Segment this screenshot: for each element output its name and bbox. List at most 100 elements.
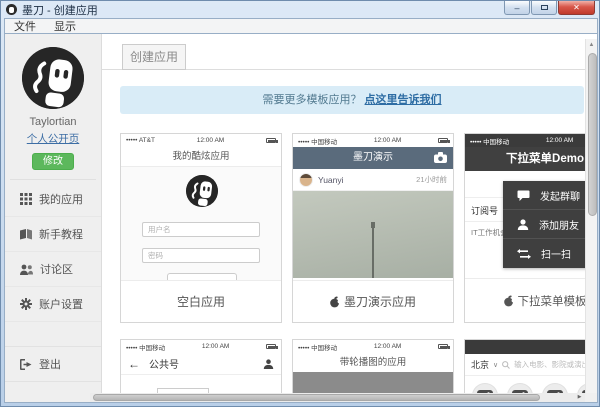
close-button[interactable]: ✕ xyxy=(558,1,595,15)
phone-nav-title: 公共号 xyxy=(149,356,179,371)
feed-user-name: Yuanyi xyxy=(318,175,344,185)
dropdown-item-label: 扫一扫 xyxy=(541,246,571,261)
template-card-movie-app[interactable]: 北京 ∨ 输入电影、影院或演出 ▾ xyxy=(464,339,587,395)
swap-arrows-icon xyxy=(517,249,531,259)
robot-avatar-icon xyxy=(22,47,84,109)
username: Taylortian xyxy=(5,116,101,128)
template-label-row: 下拉菜单模板 xyxy=(465,278,587,322)
feed-user-avatar xyxy=(299,173,313,187)
phone-screen: 订阅号 IT工作机会: 发起群聊 添加朋友 xyxy=(465,171,587,278)
grid-icon xyxy=(20,193,32,205)
logout-icon xyxy=(20,359,32,370)
logout-label: 登出 xyxy=(39,356,61,372)
movie-search-bar: 北京 ∨ 输入电影、影院或演出 xyxy=(465,354,587,376)
city-selector: 北京 xyxy=(471,358,489,371)
status-time: 12:00 AM xyxy=(337,137,438,144)
vertical-scrollbar-thumb[interactable] xyxy=(588,53,597,216)
template-grid: ••••• AT&T 12:00 AM 我的酷炫应用 xyxy=(120,133,587,395)
password-field: 密码 xyxy=(142,248,260,263)
template-card-public-account[interactable]: ••••• 中国移动 12:00 AM ← 公共号 标签4 xyxy=(120,339,282,395)
window-controls: – ✕ xyxy=(503,1,595,15)
dropdown-item-label: 添加朋友 xyxy=(539,217,579,232)
menu-file[interactable]: 文件 xyxy=(5,18,45,34)
sidebar-item-label: 我的应用 xyxy=(39,191,83,207)
edit-profile-button[interactable]: 修改 xyxy=(32,153,74,170)
sidebar-item-forum[interactable]: 讨论区 xyxy=(5,252,101,287)
sidebar-item-my-apps[interactable]: 我的应用 xyxy=(5,182,101,217)
sidebar: Taylortian 个人公开页 修改 我的应用 新手教程 讨论区 xyxy=(5,34,102,402)
menu-bar: 文件 显示 xyxy=(4,18,598,33)
phone-nav-bar: 下拉菜单Demo + xyxy=(465,147,587,171)
maximize-button[interactable] xyxy=(531,1,557,15)
phone-nav-title: 带轮播图的应用 xyxy=(293,353,453,372)
client-area: Taylortian 个人公开页 修改 我的应用 新手教程 讨论区 xyxy=(4,33,598,403)
maximize-icon xyxy=(541,5,548,10)
sidebar-item-tutorial[interactable]: 新手教程 xyxy=(5,217,101,252)
sidebar-item-label: 讨论区 xyxy=(40,261,73,277)
status-time: 12:00 AM xyxy=(165,343,266,350)
scroll-right-arrow[interactable]: ▶ xyxy=(575,393,584,402)
scroll-up-arrow[interactable]: ▲ xyxy=(586,39,597,52)
person-icon xyxy=(517,219,529,230)
status-time: 12:00 AM xyxy=(337,343,438,350)
dropdown-menu: 发起群聊 添加朋友 扫一扫 xyxy=(503,181,587,268)
phone-status-bar: ••••• 中国移动 12:00 AM xyxy=(465,134,587,147)
search-icon xyxy=(502,361,510,369)
phone-status-bar xyxy=(465,340,587,354)
template-card-carousel-app[interactable]: ••••• 中国移动 12:00 AM 带轮播图的应用 xyxy=(292,339,454,395)
horizontal-scrollbar-thumb[interactable] xyxy=(93,394,540,401)
app-window: 墨刀 - 创建应用 – ✕ 文件 显示 xyxy=(0,0,600,407)
users-icon xyxy=(20,264,33,275)
menu-view[interactable]: 显示 xyxy=(45,18,85,34)
minimize-button[interactable]: – xyxy=(504,1,530,15)
apple-icon xyxy=(504,295,514,307)
sidebar-item-account-settings[interactable]: 账户设置 xyxy=(5,287,101,322)
carrier-label: ••••• AT&T xyxy=(126,137,155,144)
chat-bubble-icon xyxy=(517,190,530,201)
template-label-row: 墨刀演示应用 xyxy=(293,280,453,322)
template-request-banner: 需要更多模板应用？ 点这里告诉我们 xyxy=(120,86,584,114)
phone-nav-title: 下拉菜单Demo xyxy=(506,153,584,165)
phone-nav-title: 我的酷炫应用 xyxy=(121,147,281,167)
contact-icon xyxy=(263,359,274,369)
username-field: 用户名 xyxy=(142,222,260,237)
vertical-scrollbar[interactable]: ▲ xyxy=(585,39,597,395)
back-arrow-icon: ← xyxy=(128,357,140,371)
template-card-dropdown-menu[interactable]: ••••• 中国移动 12:00 AM 下拉菜单Demo + 订阅号 IT工作机… xyxy=(464,133,587,323)
template-card-blank-app[interactable]: ••••• AT&T 12:00 AM 我的酷炫应用 xyxy=(120,133,282,323)
user-avatar[interactable] xyxy=(22,47,84,109)
sidebar-item-label: 新手教程 xyxy=(39,226,83,242)
tab-create-app[interactable]: 创建应用 xyxy=(122,44,186,70)
banner-text: 需要更多模板应用？ xyxy=(262,94,361,106)
logout-section: 登出 xyxy=(5,346,101,382)
logout-button[interactable]: 登出 xyxy=(5,347,101,381)
carrier-label: ••••• 中国移动 xyxy=(298,342,337,352)
app-logo-icon xyxy=(6,4,17,15)
dropdown-item-scan: 扫一扫 xyxy=(503,239,587,268)
scrollbar-corner xyxy=(585,393,597,402)
feed-timestamp: 21小时前 xyxy=(416,174,447,185)
battery-icon xyxy=(438,138,448,143)
phone-status-bar: ••••• AT&T 12:00 AM xyxy=(121,134,281,147)
gear-icon xyxy=(20,298,32,310)
phone-nav-bar: 墨刀演示 xyxy=(293,147,453,169)
dropdown-item-group-chat: 发起群聊 xyxy=(503,181,587,210)
main-content: 创建应用 需要更多模板应用？ 点这里告诉我们 ••••• AT&T 12:00 … xyxy=(102,34,587,395)
phone-status-bar: ••••• 中国移动 12:00 AM xyxy=(293,340,453,353)
battery-icon xyxy=(266,344,276,349)
template-card-demo-app[interactable]: ••••• 中国移动 12:00 AM 墨刀演示 Yuanyi 21小时前 xyxy=(292,133,454,323)
dropdown-item-add-friend: 添加朋友 xyxy=(503,210,587,239)
sidebar-item-label: 账户设置 xyxy=(39,296,83,312)
window-title: 墨刀 - 创建应用 xyxy=(22,2,98,18)
search-placeholder: 输入电影、影院或演出 xyxy=(514,359,587,370)
camera-icon xyxy=(434,152,447,163)
sidebar-menu: 我的应用 新手教程 讨论区 账户设置 xyxy=(5,182,101,322)
banner-link[interactable]: 点这里告诉我们 xyxy=(365,94,442,106)
title-bar[interactable]: 墨刀 - 创建应用 – ✕ xyxy=(1,1,599,18)
battery-icon xyxy=(266,138,276,143)
status-time: 12:00 AM xyxy=(155,137,266,144)
chevron-down-icon: ∨ xyxy=(493,361,498,369)
public-profile-link[interactable]: 个人公开页 xyxy=(5,131,101,146)
horizontal-scrollbar[interactable]: ▶ xyxy=(90,393,585,402)
battery-icon xyxy=(438,344,448,349)
